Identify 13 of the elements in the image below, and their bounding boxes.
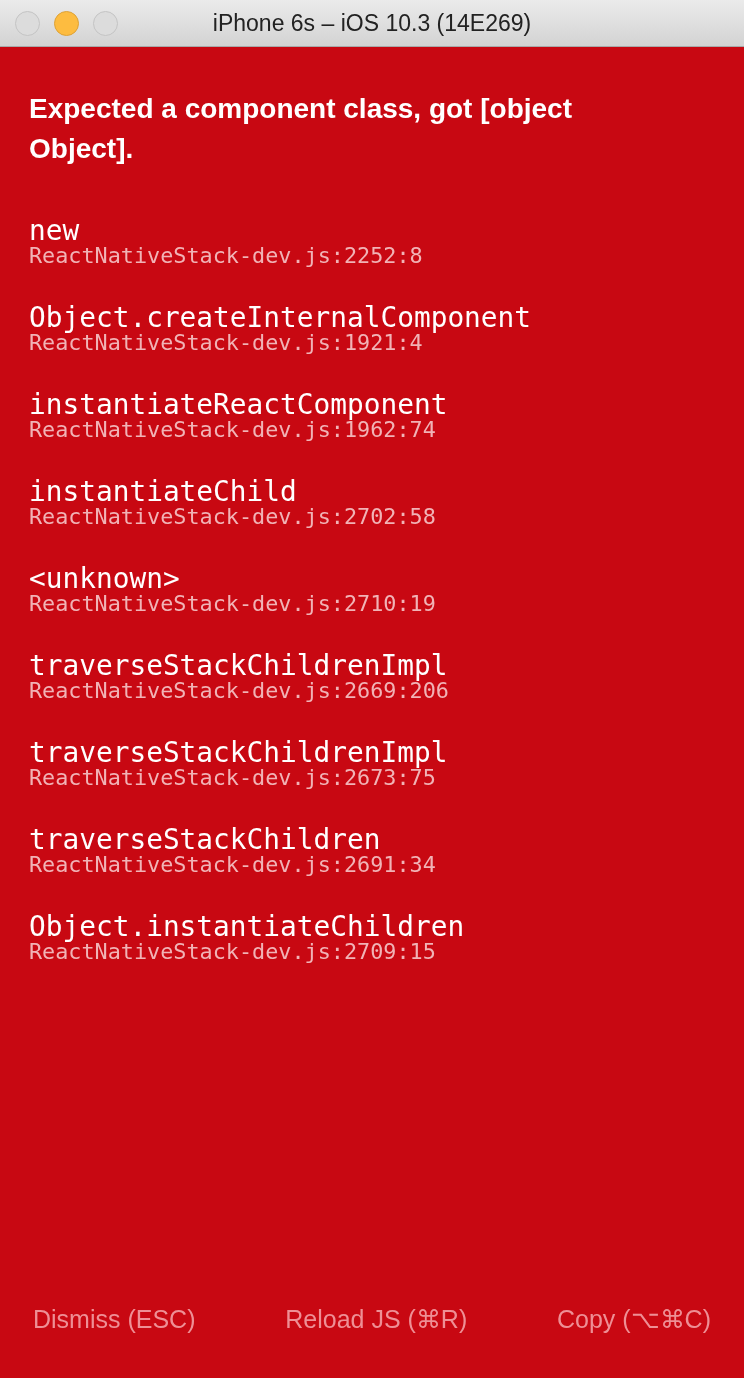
footer-button[interactable]: Reload JS (⌘R) — [285, 1299, 468, 1340]
stack-method: Object.instantiateChildren — [29, 909, 465, 943]
close-button[interactable] — [15, 10, 40, 36]
footer-button[interactable]: Dismiss (ESC) — [33, 1299, 196, 1340]
error-message: Expected a component class, got [object Object]. — [29, 92, 573, 166]
window-title: iPhone 6s – iOS 10.3 (14E269) — [212, 9, 532, 37]
stack-method: instantiateReactComponent — [29, 387, 448, 421]
zoom-button[interactable] — [93, 10, 118, 36]
stack-method: traverseStackChildrenImpl — [29, 735, 448, 769]
footer-button[interactable]: Copy (⌥⌘C) — [556, 1299, 711, 1340]
minimize-button[interactable] — [54, 10, 79, 36]
stack-method: traverseStackChildrenImpl — [29, 648, 448, 682]
stack-method: Object.createInternalComponent — [29, 300, 532, 334]
